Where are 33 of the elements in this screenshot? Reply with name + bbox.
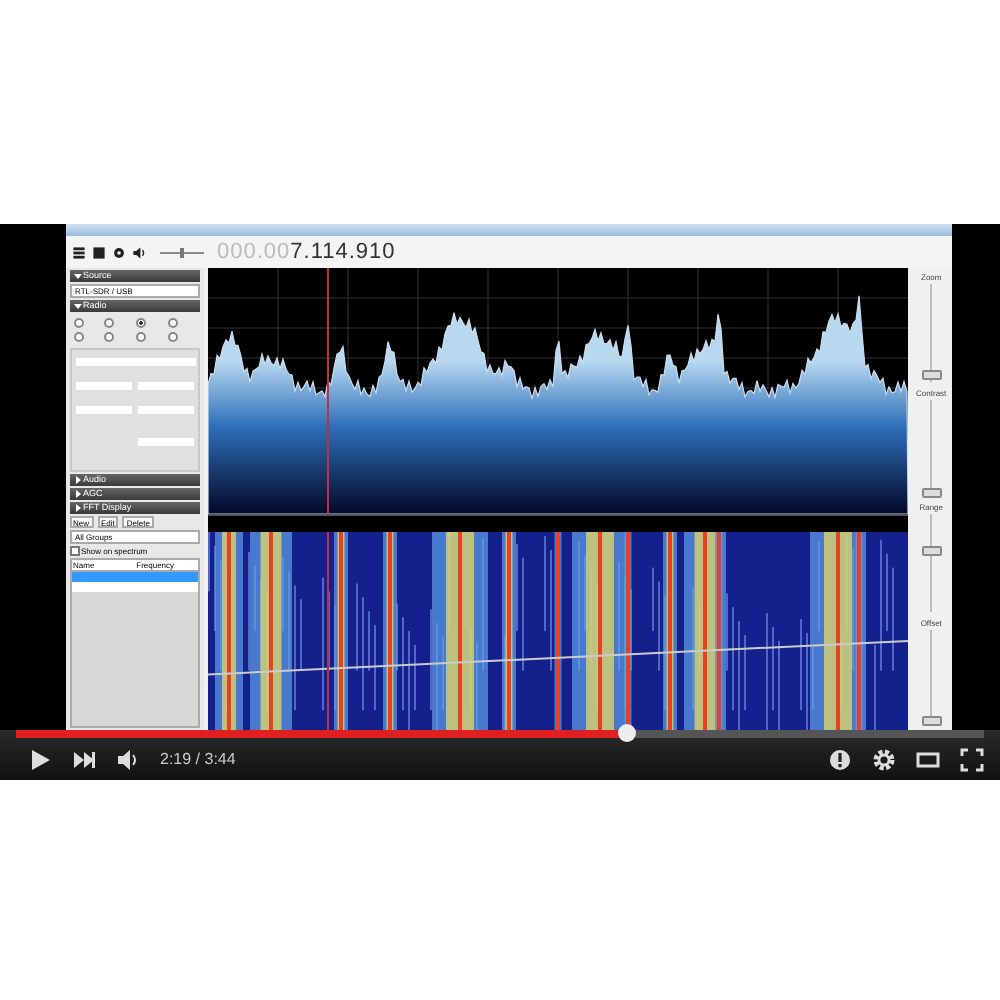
radio-button[interactable] xyxy=(167,318,178,328)
collapsed-icon[interactable] xyxy=(73,490,81,498)
checkbox[interactable] xyxy=(69,546,79,556)
progress-track[interactable] xyxy=(16,730,984,738)
time-display: 2:19 / 3:44 xyxy=(160,750,236,768)
radio-button[interactable] xyxy=(104,318,115,328)
settings-icon[interactable] xyxy=(111,245,125,259)
collapsed-icon[interactable] xyxy=(73,504,81,512)
fullscreen-icon[interactable] xyxy=(960,747,984,771)
volume-icon[interactable] xyxy=(116,747,140,771)
radio-settings-panel xyxy=(69,348,200,472)
settings-icon[interactable] xyxy=(872,747,896,771)
slider-thumb[interactable] xyxy=(922,715,943,726)
slider-thumb[interactable] xyxy=(922,546,943,557)
next-icon[interactable] xyxy=(72,747,96,771)
frequency-display[interactable]: 000.007.114.910 xyxy=(217,240,396,264)
info-icon[interactable] xyxy=(828,747,852,771)
theater-mode-icon[interactable] xyxy=(916,747,940,771)
radio-button[interactable] xyxy=(167,332,178,342)
collapsed-icon[interactable] xyxy=(73,476,81,484)
stop-icon[interactable] xyxy=(91,245,105,259)
play-icon[interactable] xyxy=(28,747,52,771)
radio-button[interactable] xyxy=(73,332,83,342)
radio-button[interactable] xyxy=(73,318,83,328)
radio-button[interactable] xyxy=(136,318,147,328)
slider-thumb[interactable] xyxy=(922,370,943,381)
expanded-icon[interactable] xyxy=(73,272,81,280)
slider-thumb[interactable] xyxy=(922,487,943,498)
menu-icon[interactable] xyxy=(71,245,85,259)
radio-button[interactable] xyxy=(136,332,147,342)
speaker-icon[interactable] xyxy=(131,245,145,259)
expanded-icon[interactable] xyxy=(73,302,81,310)
radio-button[interactable] xyxy=(104,332,115,342)
